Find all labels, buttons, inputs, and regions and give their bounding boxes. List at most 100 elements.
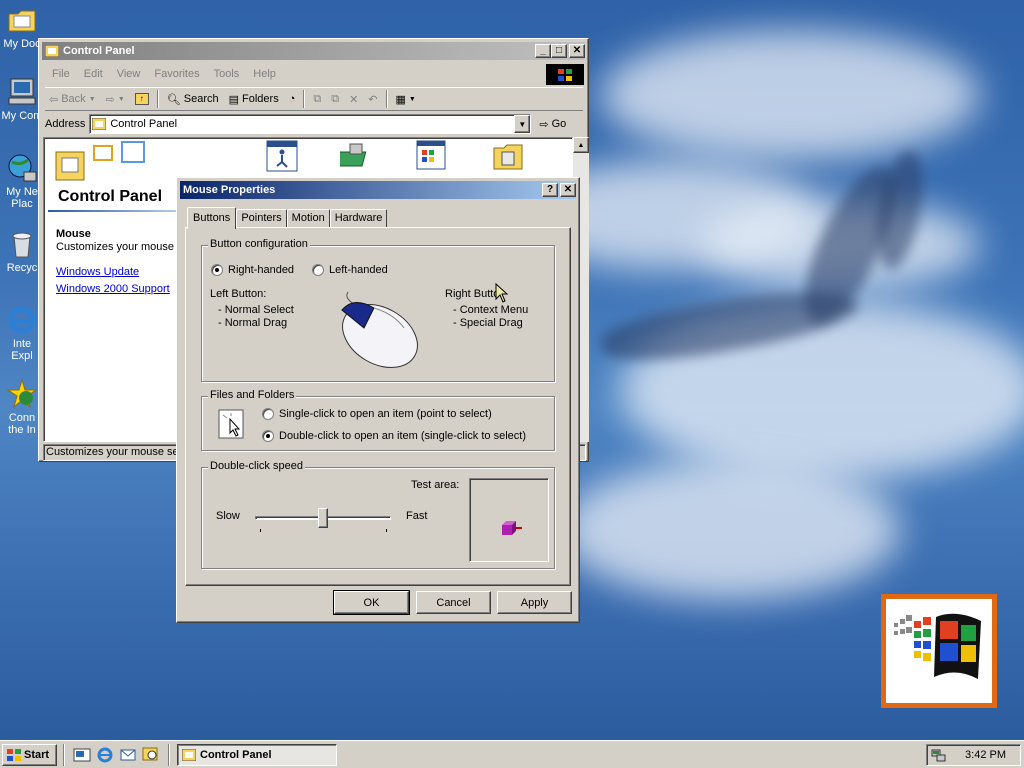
speed-slider[interactable] bbox=[255, 506, 391, 532]
history-icon: ◔ bbox=[288, 93, 296, 105]
move-to-button[interactable]: ⧉ bbox=[309, 89, 325, 109]
views-button[interactable]: ▦ ▼ bbox=[392, 89, 420, 109]
windows-flag-icon bbox=[6, 748, 22, 762]
chevron-down-icon: ▼ bbox=[117, 95, 125, 103]
jack-in-the-box-icon bbox=[500, 519, 524, 539]
up-folder-button[interactable]: ↑ bbox=[131, 89, 153, 109]
mouse-image bbox=[334, 288, 426, 370]
single-click-radio[interactable]: Single-click to open an item (point to s… bbox=[262, 408, 492, 420]
windows-2000-support-link[interactable]: Windows 2000 Support bbox=[56, 283, 170, 295]
right-button-label: Right Butto bbox=[445, 288, 500, 300]
slider-tick bbox=[260, 529, 261, 532]
administrative-tools-icon[interactable] bbox=[492, 140, 524, 172]
outlook-express-icon[interactable] bbox=[119, 746, 137, 764]
search-icon[interactable] bbox=[142, 746, 160, 764]
scroll-up-button[interactable]: ▲ bbox=[573, 137, 589, 153]
menu-file[interactable]: File bbox=[45, 68, 77, 80]
add-remove-programs-icon[interactable] bbox=[416, 140, 448, 172]
tab-motion[interactable]: Motion bbox=[286, 209, 330, 228]
radio-indicator bbox=[312, 264, 324, 276]
back-arrow-icon: ⇦ bbox=[49, 93, 59, 106]
taskbar-separator bbox=[63, 744, 65, 766]
menu-view[interactable]: View bbox=[110, 68, 148, 80]
show-desktop-icon[interactable] bbox=[73, 746, 91, 764]
mouse-properties-titlebar[interactable]: Mouse Properties ? ✕ bbox=[180, 181, 576, 199]
start-button[interactable]: Start bbox=[2, 744, 57, 766]
close-button[interactable]: ✕ bbox=[569, 44, 585, 58]
windows-throbber-icon bbox=[546, 64, 584, 85]
menu-tools[interactable]: Tools bbox=[207, 68, 247, 80]
search-button[interactable]: 🔍︎ Search bbox=[163, 89, 223, 109]
recycle-bin-icon bbox=[6, 228, 38, 260]
address-dropdown-button[interactable]: ▼ bbox=[514, 115, 531, 133]
toolbar-separator bbox=[303, 90, 306, 108]
menu-edit[interactable]: Edit bbox=[77, 68, 110, 80]
menu-favorites[interactable]: Favorites bbox=[147, 68, 206, 80]
double-click-radio[interactable]: Double-click to open an item (single-cli… bbox=[262, 430, 526, 442]
radio-indicator bbox=[211, 264, 223, 276]
folders-label: Folders bbox=[242, 93, 279, 105]
windows-logo bbox=[881, 594, 997, 708]
right-button-item: - Context Menu bbox=[453, 304, 529, 316]
taskbar-control-panel-button[interactable]: Control Panel bbox=[177, 744, 337, 766]
network-globe-icon bbox=[6, 152, 38, 184]
up-folder-icon: ↑ bbox=[134, 93, 149, 105]
tab-hardware[interactable]: Hardware bbox=[329, 209, 388, 228]
accessibility-options-icon[interactable] bbox=[266, 140, 298, 172]
button-configuration-title: Button configuration bbox=[208, 238, 310, 250]
move-to-icon: ⧉ bbox=[313, 92, 322, 105]
heading-rule bbox=[48, 210, 194, 212]
radio-indicator bbox=[262, 430, 274, 442]
folders-icon: ▤ bbox=[228, 93, 240, 106]
dialog-close-button[interactable]: ✕ bbox=[560, 183, 576, 197]
history-button[interactable]: ◔ bbox=[285, 89, 300, 109]
fast-label: Fast bbox=[406, 510, 428, 522]
control-panel-titlebar[interactable]: Control Panel _ □ ✕ bbox=[42, 42, 585, 60]
connect-internet-icon bbox=[6, 378, 38, 410]
network-tray-icon[interactable] bbox=[931, 747, 947, 763]
chevron-down-icon: ▼ bbox=[88, 95, 96, 103]
control-panel-small-icon bbox=[91, 117, 107, 131]
back-button[interactable]: ⇦ Back ▼ bbox=[45, 89, 100, 109]
test-area[interactable] bbox=[469, 478, 549, 562]
apply-button[interactable]: Apply bbox=[497, 591, 572, 614]
menu-help[interactable]: Help bbox=[246, 68, 283, 80]
forward-arrow-icon: ⇨ bbox=[105, 93, 115, 106]
maximize-button[interactable]: □ bbox=[551, 44, 567, 58]
views-icon: ▦ bbox=[395, 93, 406, 106]
double-click-label: Double-click to open an item (single-cli… bbox=[279, 430, 526, 442]
tab-buttons[interactable]: Buttons bbox=[187, 207, 237, 229]
internet-explorer-icon[interactable] bbox=[96, 746, 114, 764]
undo-button[interactable]: ↶ bbox=[364, 89, 381, 109]
clock[interactable]: 3:42 PM bbox=[965, 749, 1006, 761]
slider-thumb[interactable] bbox=[318, 508, 328, 528]
left-button-item: - Normal Drag bbox=[218, 317, 288, 329]
address-field[interactable]: Control Panel ▼ bbox=[89, 114, 532, 134]
dialog-title: Mouse Properties bbox=[183, 184, 276, 196]
add-remove-hardware-icon[interactable] bbox=[335, 140, 374, 172]
minimize-button[interactable]: _ bbox=[535, 44, 551, 58]
taskbar: Start Control Panel 3:42 PM bbox=[0, 740, 1024, 768]
address-value: Control Panel bbox=[110, 118, 178, 130]
ok-button[interactable]: OK bbox=[333, 590, 410, 615]
folders-button[interactable]: ▤ Folders bbox=[225, 89, 283, 109]
tab-pointers[interactable]: Pointers bbox=[236, 209, 287, 228]
right-handed-radio[interactable]: Right-handed bbox=[211, 264, 294, 276]
standard-toolbar: ⇦ Back ▼ ⇨ ▼ ↑ 🔍︎ Search ▤ Folders ◔ ⧉ ⧉… bbox=[45, 87, 583, 111]
go-button[interactable]: ⇨ Go bbox=[535, 114, 570, 134]
delete-button[interactable]: ✕ bbox=[345, 89, 362, 109]
left-handed-radio[interactable]: Left-handed bbox=[312, 264, 388, 276]
search-icon: 🔍︎ bbox=[166, 93, 181, 106]
windows-update-link[interactable]: Windows Update bbox=[56, 266, 139, 278]
control-panel-banner-icon bbox=[54, 140, 164, 182]
back-label: Back bbox=[61, 93, 86, 105]
button-configuration-group: Button configuration Right-handed Left-h… bbox=[201, 238, 555, 382]
copy-to-button[interactable]: ⧉ bbox=[327, 89, 343, 109]
slider-tick bbox=[386, 529, 387, 532]
help-button[interactable]: ? bbox=[542, 183, 558, 197]
right-handed-label: Right-handed bbox=[228, 264, 295, 276]
folder-click-icon bbox=[218, 409, 244, 439]
selected-item-description: Customizes your mouse s bbox=[56, 241, 183, 253]
forward-button[interactable]: ⇨ ▼ bbox=[102, 89, 129, 109]
cancel-button[interactable]: Cancel bbox=[416, 591, 491, 614]
